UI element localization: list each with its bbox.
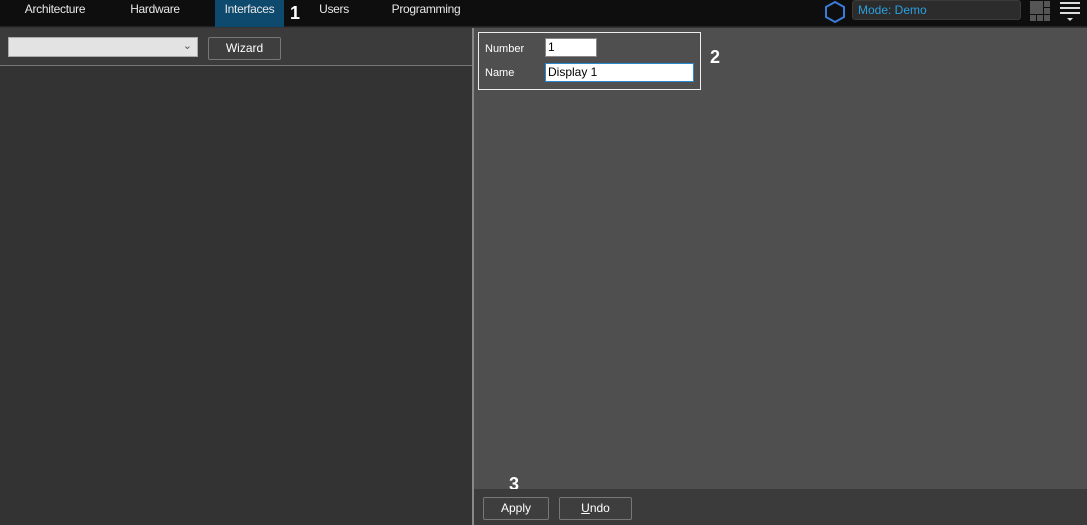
interface-select[interactable]: ⌄ [8,37,198,57]
tab-architecture[interactable]: Architecture [14,0,96,27]
callout-marker-2: 2 [710,47,721,67]
number-field[interactable]: 1 [545,38,597,57]
right-panel: Number 1 Name Display 1 2 3 [474,28,1087,494]
left-toolbar: ⌄ Wizard [0,28,472,66]
properties-group: Number 1 Name Display 1 [478,32,701,90]
bottom-action-bar: Apply Undo [474,489,1087,525]
wizard-button[interactable]: Wizard [208,37,281,60]
undo-button[interactable]: Undo [559,497,632,520]
name-field[interactable]: Display 1 [545,63,694,82]
chevron-down-icon: ⌄ [182,40,192,52]
tab-interfaces[interactable]: Interfaces [215,0,284,27]
mode-indicator[interactable]: Mode: Demo [852,0,1021,20]
layout-grid-icon[interactable] [1030,1,1050,21]
number-label: Number [485,43,525,55]
undo-mnemonic: U [581,501,590,515]
tab-hardware[interactable]: Hardware [115,0,195,27]
undo-label: ndo [589,501,610,515]
menu-icon[interactable] [1060,1,1080,23]
apply-button[interactable]: Apply [483,497,549,520]
tab-programming[interactable]: Programming [386,0,466,27]
callout-marker-1: 1 [290,3,301,23]
top-navigation-bar: Architecture Hardware Interfaces 1 Users… [0,0,1087,27]
hexagon-icon [825,0,845,24]
name-label: Name [485,67,515,79]
tab-users[interactable]: Users [310,0,358,27]
left-panel: ⌄ Wizard [0,28,472,525]
